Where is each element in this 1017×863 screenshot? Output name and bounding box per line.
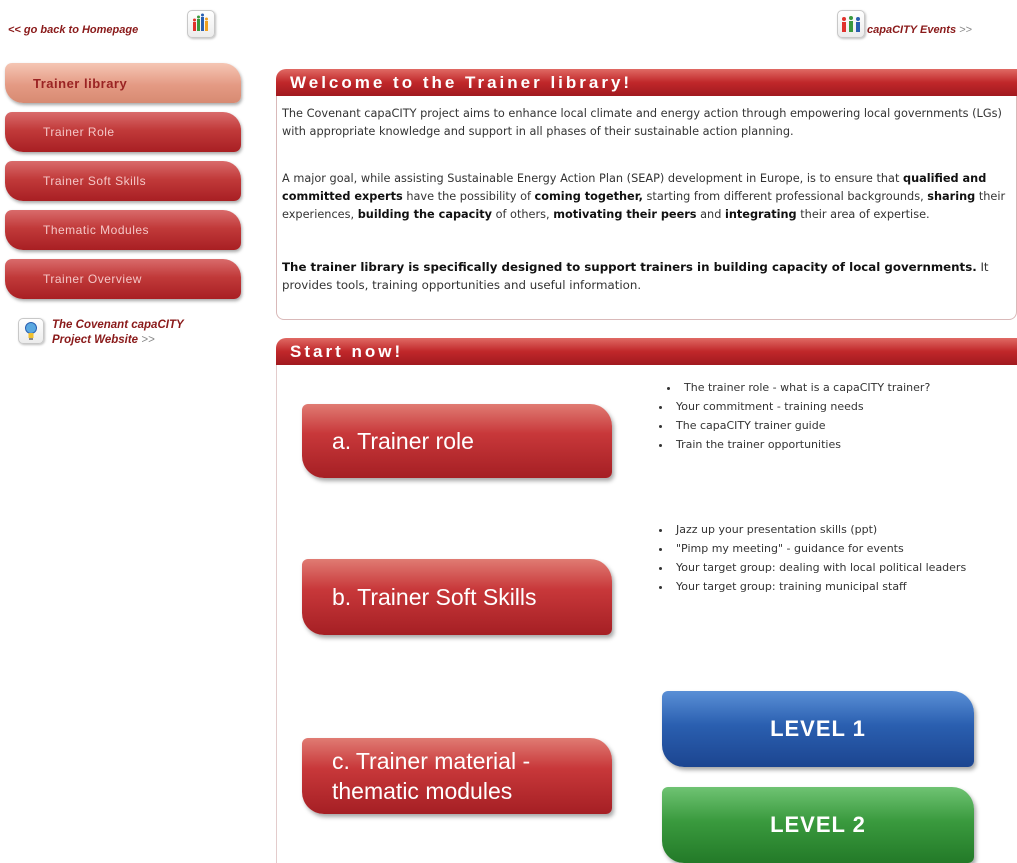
list-item[interactable]: "Pimp my meeting" - guidance for events [672,539,1012,558]
sidebar-item-trainer-overview[interactable]: Trainer Overview [5,259,241,299]
list-item[interactable]: Your target group: dealing with local po… [672,558,1012,577]
level-1-button[interactable]: LEVEL 1 [662,691,974,767]
level-2-button[interactable]: LEVEL 2 [662,787,974,863]
trainer-soft-skills-button-label: b. Trainer Soft Skills [332,583,537,610]
capacity-events-link[interactable]: capaCITY Events >> [867,24,972,36]
sidebar-item-label: Trainer Overview [43,272,142,286]
events-people-icon[interactable] [837,10,865,38]
homepage-people-icon[interactable] [187,10,215,38]
website-link-line2: Project Website [52,334,139,346]
welcome-paragraph-3: The trainer library is specifically desi… [282,260,989,292]
website-link-icon-box[interactable] [18,318,44,344]
welcome-paragraph-2: A major goal, while assisting Sustainabl… [282,172,1006,221]
start-now-title: Start now! [290,342,404,361]
sidebar-item-thematic-modules[interactable]: Thematic Modules [5,210,241,250]
sidebar-item-label: Trainer Soft Skills [43,174,147,188]
list-item[interactable]: Your target group: training municipal st… [672,577,1012,596]
website-link-arrows: >> [141,334,155,346]
covenant-website-link[interactable]: The Covenant capaCITY Project Website >> [52,318,184,348]
list-item[interactable]: Your commitment - training needs [672,397,1017,416]
people-icon [193,13,208,31]
trainer-role-button[interactable]: a. Trainer role [302,404,612,478]
trainer-soft-skills-list: Jazz up your presentation skills (ppt) "… [648,520,1012,596]
level-2-button-label: LEVEL 2 [770,812,866,837]
list-item[interactable]: Train the trainer opportunities [672,435,1017,454]
sidebar-item-trainer-role[interactable]: Trainer Role [5,112,241,152]
trainer-material-button[interactable]: c. Trainer material - thematic modules [302,738,612,814]
trainer-role-button-label: a. Trainer role [332,427,474,454]
capacity-events-arrows: >> [959,24,972,36]
capacity-events-label: capaCITY Events [867,24,957,36]
list-item[interactable]: The trainer role - what is a capaCITY tr… [680,378,1017,397]
people-group-icon [842,16,860,32]
sidebar-item-label: Thematic Modules [43,223,150,237]
sidebar-item-trainer-soft-skills[interactable]: Trainer Soft Skills [5,161,241,201]
welcome-header: Welcome to the Trainer library! [276,69,1017,96]
level-1-button-label: LEVEL 1 [770,716,866,741]
trainer-role-list: The trainer role - what is a capaCITY tr… [648,378,1017,454]
list-item[interactable]: The capaCITY trainer guide [672,416,1017,435]
list-item[interactable]: Jazz up your presentation skills (ppt) [672,520,1012,539]
sidebar-item-label: Trainer library [33,75,128,91]
sidebar-item-trainer-library[interactable]: Trainer library [5,63,241,103]
lightbulb-icon [25,322,37,340]
trainer-material-button-label: c. Trainer material - thematic modules [332,748,531,804]
welcome-title: Welcome to the Trainer library! [290,73,633,92]
website-link-line1: The Covenant capaCITY [52,319,184,331]
sidebar-item-label: Trainer Role [43,125,115,139]
trainer-soft-skills-button[interactable]: b. Trainer Soft Skills [302,559,612,635]
start-now-header: Start now! [276,338,1017,365]
back-to-homepage-link[interactable]: << go back to Homepage [8,24,138,36]
welcome-paragraph-1: The Covenant capaCITY project aims to en… [282,107,1002,138]
